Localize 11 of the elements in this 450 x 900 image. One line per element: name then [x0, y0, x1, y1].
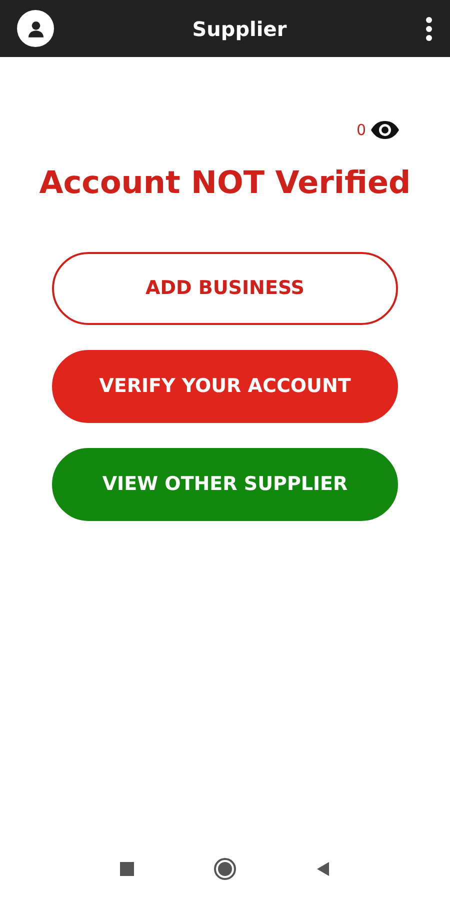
app-title: Supplier — [192, 16, 287, 42]
action-button[interactable]: VIEW OTHER SUPPLIER — [52, 448, 398, 521]
back-icon[interactable] — [316, 861, 330, 877]
eye-icon — [370, 120, 400, 140]
profile-icon[interactable] — [17, 10, 54, 47]
view-count: 0 — [356, 120, 366, 141]
action-button[interactable]: VERIFY YOUR ACCOUNT — [52, 350, 398, 423]
home-icon[interactable] — [214, 858, 236, 880]
more-menu-icon[interactable] — [424, 16, 433, 40]
status-title: Account NOT Verified — [39, 164, 411, 202]
action-button[interactable]: ADD BUSINESS — [52, 252, 398, 325]
